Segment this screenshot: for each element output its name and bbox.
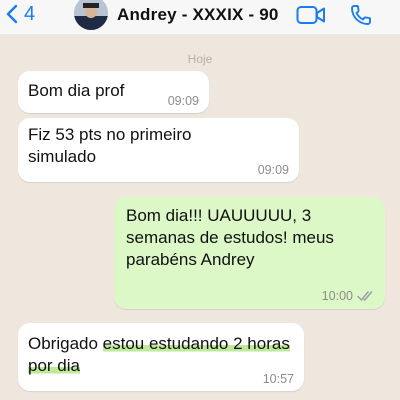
- video-call-button[interactable]: [296, 5, 326, 30]
- chat-area[interactable]: Hoje Bom dia prof 09:09 Fiz 53 pts no pr…: [0, 34, 400, 400]
- message-time: 10:00: [321, 289, 353, 303]
- back-button[interactable]: 4: [6, 4, 35, 24]
- message-text: Obrigado estou estudando 2 horas por dia: [28, 333, 292, 377]
- contact-name[interactable]: Andrey - XXXIX - 90: [117, 5, 279, 25]
- message-bubble-incoming[interactable]: Bom dia prof 09:09: [18, 71, 209, 113]
- message-time: 10:57: [262, 372, 294, 386]
- message-meta: 10:00: [322, 289, 375, 303]
- message-text: Fiz 53 pts no primeiro simulado: [28, 125, 192, 166]
- message-text-plain: Obrigado: [28, 334, 103, 353]
- day-separator: Hoje: [187, 52, 213, 66]
- phone-call-button[interactable]: [349, 3, 373, 32]
- message-bubble-outgoing[interactable]: Bom dia!!! UAUUUUU, 3 semanas de estudos…: [114, 197, 385, 309]
- avatar-image: [74, 0, 108, 30]
- avatar[interactable]: [74, 0, 108, 30]
- message-bubble-incoming[interactable]: Fiz 53 pts no primeiro simulado 09:09: [18, 118, 299, 182]
- unread-count: 4: [24, 3, 36, 25]
- chevron-left-icon: [6, 4, 18, 24]
- chat-header: 4 Andrey - XXXIX - 90: [0, 0, 400, 34]
- video-call-icon: [296, 6, 325, 24]
- message-text: Bom dia!!! UAUUUUU, 3 semanas de estudos…: [126, 206, 334, 269]
- message-time: 09:09: [257, 163, 289, 177]
- message-bubble-incoming[interactable]: Obrigado estou estudando 2 horas por dia…: [18, 323, 304, 391]
- read-receipt-icon: [357, 291, 373, 301]
- phone-call-icon: [351, 5, 371, 25]
- message-time: 09:09: [167, 94, 199, 108]
